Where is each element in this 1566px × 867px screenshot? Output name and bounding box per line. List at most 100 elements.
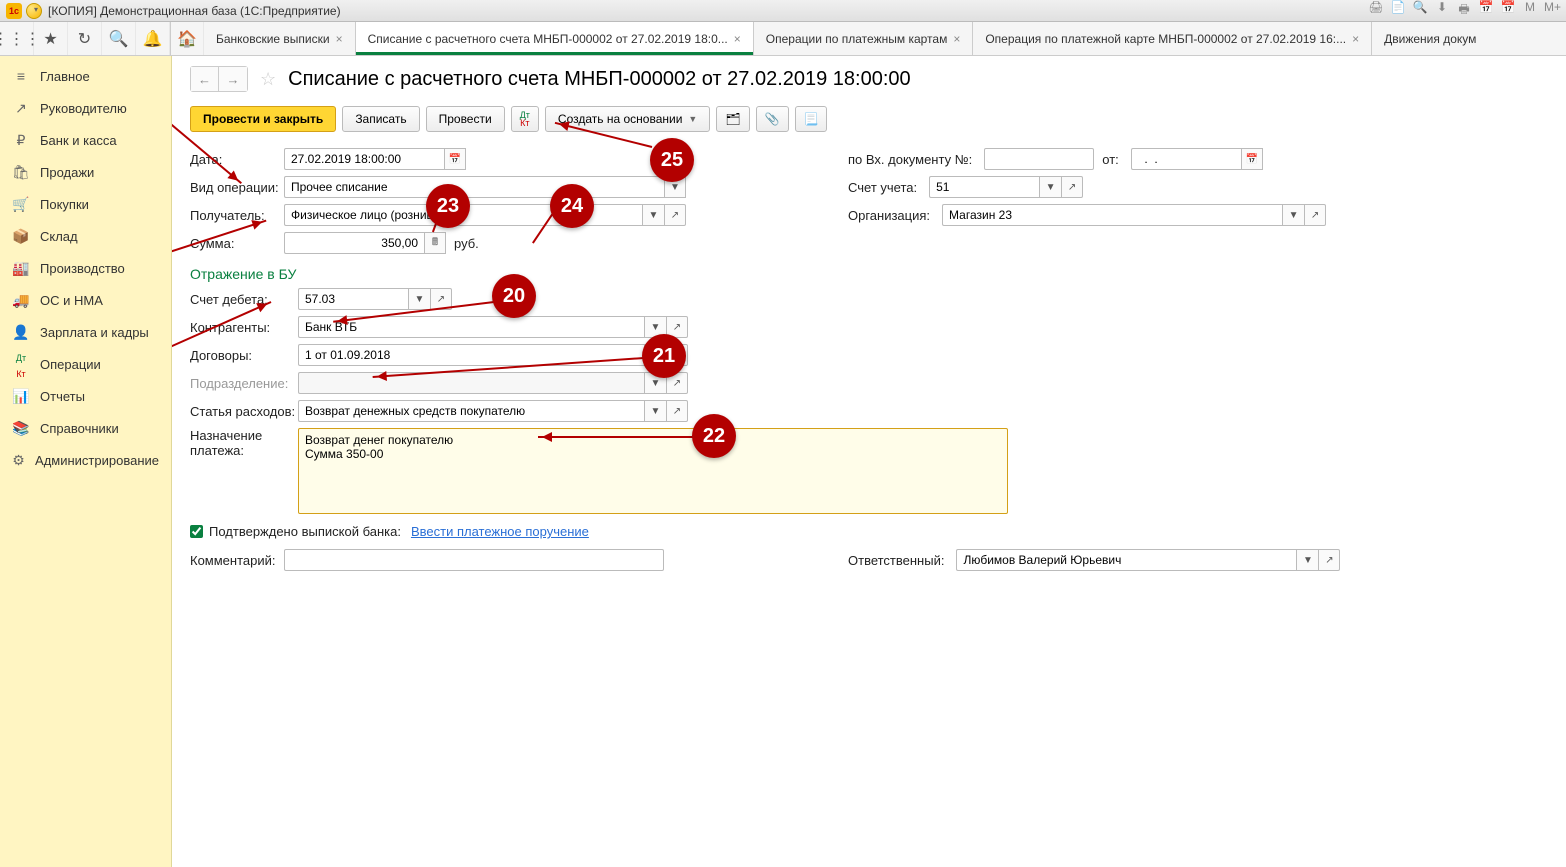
- expense-label: Статья расходов:: [190, 404, 290, 419]
- menu-icon: ≡: [12, 68, 30, 84]
- sidebar-item-production[interactable]: 🏭Производство: [0, 252, 171, 284]
- open-ref-icon[interactable]: ↗: [664, 204, 686, 226]
- titlebar-btn[interactable]: ⬇: [1434, 0, 1450, 21]
- sidebar-item-salary[interactable]: 👤Зарплата и кадры: [0, 316, 171, 348]
- account-field[interactable]: [929, 176, 1039, 198]
- titlebar-btn[interactable]: 🔍: [1412, 0, 1428, 21]
- chevron-down-icon[interactable]: ▼: [644, 400, 666, 422]
- gear-icon: ⚙: [12, 452, 25, 469]
- nav-back-button[interactable]: ←: [191, 67, 219, 91]
- titlebar-btn[interactable]: 📅: [1500, 0, 1516, 21]
- comment-label: Комментарий:: [190, 553, 276, 568]
- in-no-field[interactable]: [984, 148, 1094, 170]
- tab-card-op-detail[interactable]: Операция по платежной карте МНБП-000002 …: [973, 22, 1372, 55]
- page-title: Списание с расчетного счета МНБП-000002 …: [288, 68, 911, 91]
- enter-payment-order-link[interactable]: Ввести платежное поручение: [411, 524, 589, 539]
- sidebar-item-reports[interactable]: 📊Отчеты: [0, 380, 171, 412]
- sidebar-item-operations[interactable]: ДтКтОперации: [0, 348, 171, 380]
- purpose-field[interactable]: [298, 428, 1008, 514]
- tab-card-ops[interactable]: Операции по платежным картам×: [754, 22, 974, 55]
- open-ref-icon[interactable]: ↗: [1318, 549, 1340, 571]
- favorite-star-icon[interactable]: ☆: [260, 69, 276, 90]
- search-icon[interactable]: 🔍: [102, 22, 136, 55]
- titlebar-btn[interactable]: 📅: [1478, 0, 1494, 21]
- org-field[interactable]: [942, 204, 1282, 226]
- sidebar-item-bank[interactable]: ₽Банк и касса: [0, 124, 171, 156]
- home-icon[interactable]: 🏠: [170, 22, 204, 55]
- calendar-icon[interactable]: 📅: [1241, 148, 1263, 170]
- tab-writeoff[interactable]: Списание с расчетного счета МНБП-000002 …: [356, 22, 754, 55]
- expense-field[interactable]: [298, 400, 644, 422]
- dtkt-button[interactable]: ДтКт: [511, 106, 539, 132]
- from-label: от:: [1102, 152, 1123, 167]
- calculator-icon[interactable]: 🖩: [424, 232, 446, 254]
- calendar-icon[interactable]: 📅: [444, 148, 466, 170]
- nav-forward-button[interactable]: →: [219, 67, 247, 91]
- sidebar-item-main[interactable]: ≡Главное: [0, 60, 171, 92]
- contract-field[interactable]: [298, 344, 644, 366]
- close-icon[interactable]: ×: [1352, 32, 1359, 46]
- person-icon: 👤: [12, 324, 30, 341]
- sum-field[interactable]: [284, 232, 424, 254]
- titlebar-btn[interactable]: 📄: [1390, 0, 1406, 21]
- bell-icon[interactable]: 🔔: [136, 22, 170, 55]
- close-icon[interactable]: ×: [953, 32, 960, 46]
- in-date-field[interactable]: [1131, 148, 1241, 170]
- save-button[interactable]: Записать: [342, 106, 419, 132]
- apps-icon[interactable]: ⋮⋮⋮: [0, 22, 34, 55]
- post-and-close-button[interactable]: Провести и закрыть: [190, 106, 336, 132]
- chevron-down-icon[interactable]: ▼: [1282, 204, 1304, 226]
- tab-movements[interactable]: Движения докум: [1372, 22, 1488, 55]
- titlebar-btn[interactable]: 🖶: [1456, 0, 1472, 21]
- tab-bank-statements[interactable]: Банковские выписки×: [204, 22, 356, 55]
- titlebar-btn[interactable]: M+: [1544, 0, 1560, 21]
- window-title: [КОПИЯ] Демонстрационная база (1С:Предпр…: [48, 4, 341, 18]
- titlebar-btn[interactable]: M: [1522, 0, 1538, 21]
- open-ref-icon[interactable]: ↗: [1304, 204, 1326, 226]
- chevron-down-icon[interactable]: ▼: [1039, 176, 1061, 198]
- sidebar-item-admin[interactable]: ⚙Администрирование: [0, 444, 171, 476]
- debit-label: Счет дебета:: [190, 292, 290, 307]
- open-ref-icon[interactable]: ↗: [1061, 176, 1083, 198]
- attach-button[interactable]: 📎: [756, 106, 789, 132]
- responsible-field[interactable]: [956, 549, 1296, 571]
- barchart-icon: 📊: [12, 388, 30, 405]
- chart-icon: ↗: [12, 100, 30, 117]
- chevron-down-icon[interactable]: ▼: [1296, 549, 1318, 571]
- annotation-20: 20: [492, 274, 536, 318]
- chevron-down-icon[interactable]: ▼: [642, 204, 664, 226]
- titlebar-btn[interactable]: 🖨: [1368, 0, 1384, 21]
- app-logo-icon: 1c: [6, 3, 22, 19]
- sidebar-item-refs[interactable]: 📚Справочники: [0, 412, 171, 444]
- top-toolbar: ⋮⋮⋮ ★ ↻ 🔍 🔔 🏠 Банковские выписки× Списан…: [0, 22, 1566, 56]
- sidebar-item-assets[interactable]: 🚚ОС и НМА: [0, 284, 171, 316]
- confirmed-checkbox[interactable]: [190, 525, 203, 538]
- create-based-on-button[interactable]: Создать на основании▼: [545, 106, 710, 132]
- cart-icon: 🛒: [12, 196, 30, 213]
- sidebar-item-purchases[interactable]: 🛒Покупки: [0, 188, 171, 220]
- dept-label: Подразделение:: [190, 376, 290, 391]
- report-button[interactable]: 📃: [795, 106, 828, 132]
- sidebar-item-manager[interactable]: ↗Руководителю: [0, 92, 171, 124]
- annotation-23: 23: [426, 184, 470, 228]
- close-icon[interactable]: ×: [734, 32, 741, 46]
- history-icon[interactable]: ↻: [68, 22, 102, 55]
- date-field[interactable]: [284, 148, 444, 170]
- sidebar-item-sales[interactable]: 🛍Продажи: [0, 156, 171, 188]
- open-ref-icon[interactable]: ↗: [666, 400, 688, 422]
- sidebar-item-stock[interactable]: 📦Склад: [0, 220, 171, 252]
- chevron-down-icon[interactable]: ▼: [408, 288, 430, 310]
- title-dropdown-icon[interactable]: [26, 3, 42, 19]
- purpose-label: Назначениеплатежа:: [190, 428, 290, 458]
- related-docs-button[interactable]: 🗂: [716, 106, 749, 132]
- comment-field[interactable]: [284, 549, 664, 571]
- dept-field[interactable]: [298, 372, 644, 394]
- debit-field[interactable]: [298, 288, 408, 310]
- org-label: Организация:: [848, 208, 934, 223]
- factory-icon: 🏭: [12, 260, 30, 277]
- close-icon[interactable]: ×: [336, 32, 343, 46]
- sum-label: Сумма:: [190, 236, 276, 251]
- post-button[interactable]: Провести: [426, 106, 505, 132]
- star-icon[interactable]: ★: [34, 22, 68, 55]
- op-type-field[interactable]: [284, 176, 664, 198]
